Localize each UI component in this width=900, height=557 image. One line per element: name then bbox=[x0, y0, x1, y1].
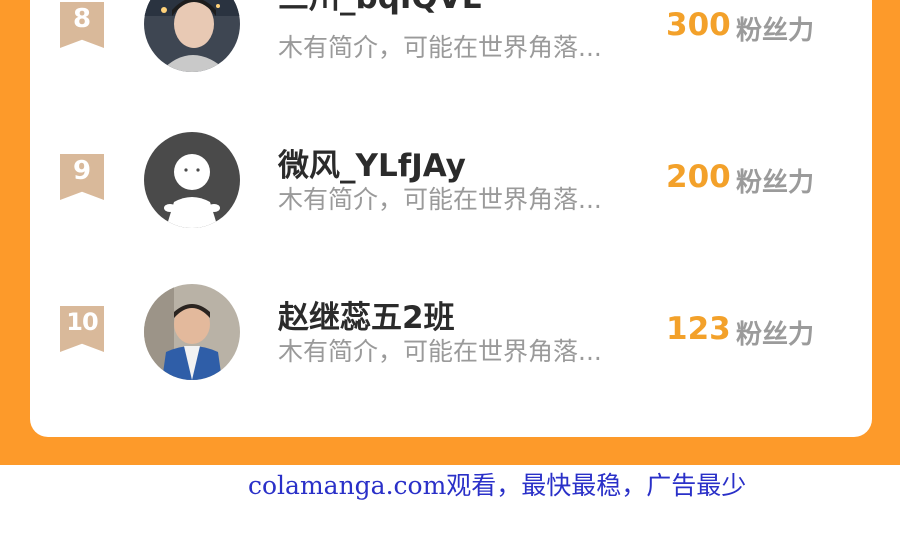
avatar[interactable] bbox=[144, 132, 240, 228]
rank-badge: 9 bbox=[60, 154, 104, 200]
fan-score-unit: 粉丝力 bbox=[736, 16, 815, 46]
list-item[interactable]: 10 赵继蕊五2班 木有简介，可能在世界角落... 123 粉丝力 bbox=[30, 284, 872, 394]
fan-score: 300 bbox=[666, 7, 731, 43]
rank-badge: 8 bbox=[60, 2, 104, 48]
avatar[interactable] bbox=[144, 284, 240, 380]
list-item[interactable]: 9 微风_YLfJAy 木有简介，可能在世界角落... 200 粉丝力 bbox=[30, 132, 872, 242]
fan-score-unit: 粉丝力 bbox=[736, 320, 815, 350]
avatar[interactable] bbox=[144, 0, 240, 72]
user-name: 微风_YLfJAy bbox=[278, 148, 466, 184]
leaderboard-card: 8 三川_bqIQVE 木有简介，可能在世界角落... 300 粉丝力 9 bbox=[30, 0, 872, 437]
fan-score: 200 bbox=[666, 159, 731, 195]
watermark-text: colamanga.com观看，最快最稳，广告最少 bbox=[248, 471, 747, 500]
user-bio: 木有简介，可能在世界角落... bbox=[278, 337, 602, 366]
fan-score-unit: 粉丝力 bbox=[736, 168, 815, 198]
fan-score: 123 bbox=[666, 311, 731, 347]
list-item[interactable]: 8 三川_bqIQVE 木有简介，可能在世界角落... 300 粉丝力 bbox=[30, 0, 872, 90]
user-name: 赵继蕊五2班 bbox=[278, 300, 455, 336]
rank-badge: 10 bbox=[60, 306, 104, 352]
user-bio: 木有简介，可能在世界角落... bbox=[278, 185, 602, 214]
default-avatar-icon bbox=[144, 132, 240, 228]
user-bio: 木有简介，可能在世界角落... bbox=[278, 33, 602, 62]
user-name: 三川_bqIQVE bbox=[278, 0, 483, 17]
